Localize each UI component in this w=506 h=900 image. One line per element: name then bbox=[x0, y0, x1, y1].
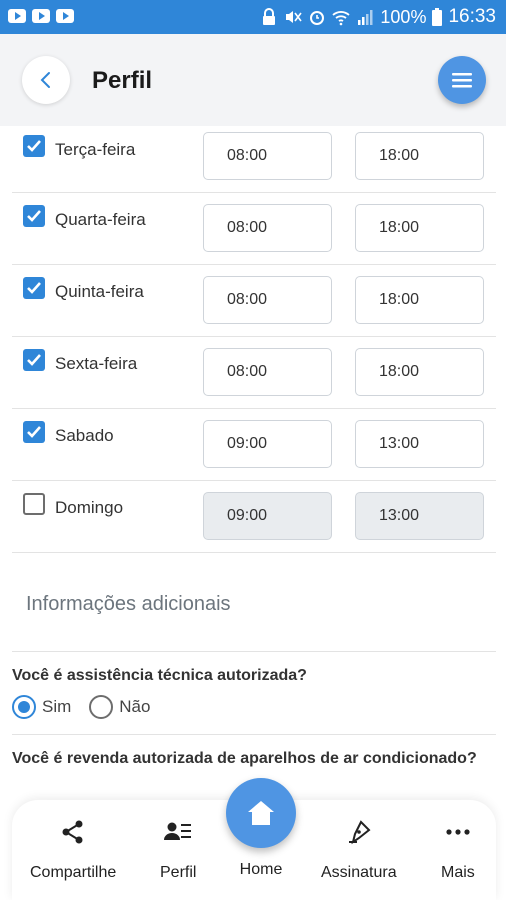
day-row-thursday: Quinta-feira 08:00 18:00 bbox=[12, 265, 496, 337]
lock-icon bbox=[263, 8, 276, 25]
day-label: Terça-feira bbox=[55, 140, 136, 159]
day-label: Domingo bbox=[55, 498, 124, 517]
question-authorized-technician: Você é assistência técnica autorizada? bbox=[12, 667, 307, 684]
nav-signature-label: Assinatura bbox=[321, 864, 397, 881]
more-dots-icon bbox=[446, 818, 470, 846]
day-label: Sexta-feira bbox=[55, 354, 138, 373]
start-time-input[interactable]: 08:00 bbox=[203, 132, 332, 180]
youtube-icon bbox=[32, 9, 50, 23]
thursday-checkbox[interactable] bbox=[23, 277, 45, 299]
end-time-input[interactable]: 13:00 bbox=[355, 420, 484, 468]
wednesday-checkbox[interactable] bbox=[23, 205, 45, 227]
section-title-additional-info: Informações adicionais bbox=[26, 593, 231, 615]
question-authorized-reseller: Você é revenda autorizada de aparelhos d… bbox=[12, 750, 477, 767]
day-row-friday: Sexta-feira 08:00 18:00 bbox=[12, 337, 496, 409]
day-label: Quinta-feira bbox=[55, 282, 144, 301]
nav-share-label: Compartilhe bbox=[30, 864, 117, 881]
end-time-input[interactable]: 18:00 bbox=[355, 132, 484, 180]
nav-home-label: Home bbox=[239, 861, 283, 878]
alarm-icon bbox=[310, 11, 325, 25]
day-row-saturday: Sabado 09:00 13:00 bbox=[12, 409, 496, 481]
clock: 16:33 bbox=[448, 6, 496, 27]
radio-group-authorized-technician: Sim Não bbox=[12, 695, 168, 719]
check-icon bbox=[27, 282, 41, 294]
page-title: Perfil bbox=[92, 67, 153, 94]
nav-more[interactable]: Mais bbox=[441, 818, 475, 882]
radio-label-nao: Não bbox=[119, 697, 151, 716]
wifi-icon bbox=[332, 11, 351, 26]
share-icon bbox=[60, 818, 86, 846]
youtube-icon bbox=[56, 9, 74, 23]
day-label: Quarta-feira bbox=[55, 210, 146, 229]
check-icon bbox=[27, 140, 41, 152]
mute-icon bbox=[286, 11, 303, 23]
nav-share[interactable]: Compartilhe bbox=[30, 818, 116, 882]
end-time-input[interactable]: 18:00 bbox=[355, 348, 484, 396]
menu-button[interactable] bbox=[438, 56, 486, 104]
check-icon bbox=[27, 354, 41, 366]
start-time-input[interactable]: 09:00 bbox=[203, 420, 332, 468]
sunday-checkbox[interactable] bbox=[23, 493, 45, 515]
nav-profile-label: Perfil bbox=[160, 864, 197, 881]
check-icon bbox=[27, 210, 41, 222]
saturday-checkbox[interactable] bbox=[23, 421, 45, 443]
nav-home-button[interactable] bbox=[226, 778, 296, 848]
battery-percentage: 100% bbox=[380, 6, 427, 27]
signal-icon bbox=[358, 10, 373, 25]
status-bar: 100% 16:33 bbox=[0, 0, 506, 34]
divider bbox=[12, 734, 496, 735]
divider bbox=[12, 651, 496, 652]
nav-profile[interactable]: Perfil bbox=[160, 818, 196, 882]
day-row-sunday: Domingo 09:00 13:00 bbox=[12, 481, 496, 553]
radio-sim[interactable] bbox=[12, 695, 36, 719]
back-button[interactable] bbox=[22, 56, 70, 104]
nav-more-label: Mais bbox=[441, 864, 475, 881]
system-icons: 100% 16:33 bbox=[260, 6, 496, 28]
friday-checkbox[interactable] bbox=[23, 349, 45, 371]
battery-icon bbox=[432, 8, 443, 26]
day-label: Sabado bbox=[55, 426, 114, 445]
nav-signature[interactable]: Assinatura bbox=[321, 818, 397, 882]
youtube-icon bbox=[8, 9, 26, 23]
radio-label-sim: Sim bbox=[42, 697, 72, 716]
chevron-left-icon bbox=[40, 72, 50, 88]
radio-nao[interactable] bbox=[89, 695, 114, 719]
hamburger-menu-icon bbox=[452, 73, 472, 88]
notification-icons bbox=[8, 9, 74, 23]
tuesday-checkbox[interactable] bbox=[23, 135, 45, 157]
start-time-input[interactable]: 08:00 bbox=[203, 276, 332, 324]
app-header: Perfil bbox=[0, 34, 506, 126]
day-row-wednesday: Quarta-feira 08:00 18:00 bbox=[12, 193, 496, 265]
start-time-input[interactable]: 08:00 bbox=[203, 204, 332, 252]
start-time-input[interactable]: 08:00 bbox=[203, 348, 332, 396]
end-time-input[interactable]: 18:00 bbox=[355, 204, 484, 252]
profile-card-icon bbox=[164, 818, 192, 846]
schedule-list: Terça-feira 08:00 18:00 Quarta-feira 08:… bbox=[12, 126, 496, 553]
day-row-tuesday: Terça-feira 08:00 18:00 bbox=[12, 126, 496, 193]
home-icon bbox=[248, 801, 274, 825]
end-time-input[interactable]: 18:00 bbox=[355, 276, 484, 324]
start-time-input: 09:00 bbox=[203, 492, 332, 540]
check-icon bbox=[27, 426, 41, 438]
pen-nib-icon bbox=[346, 818, 372, 846]
end-time-input: 13:00 bbox=[355, 492, 484, 540]
